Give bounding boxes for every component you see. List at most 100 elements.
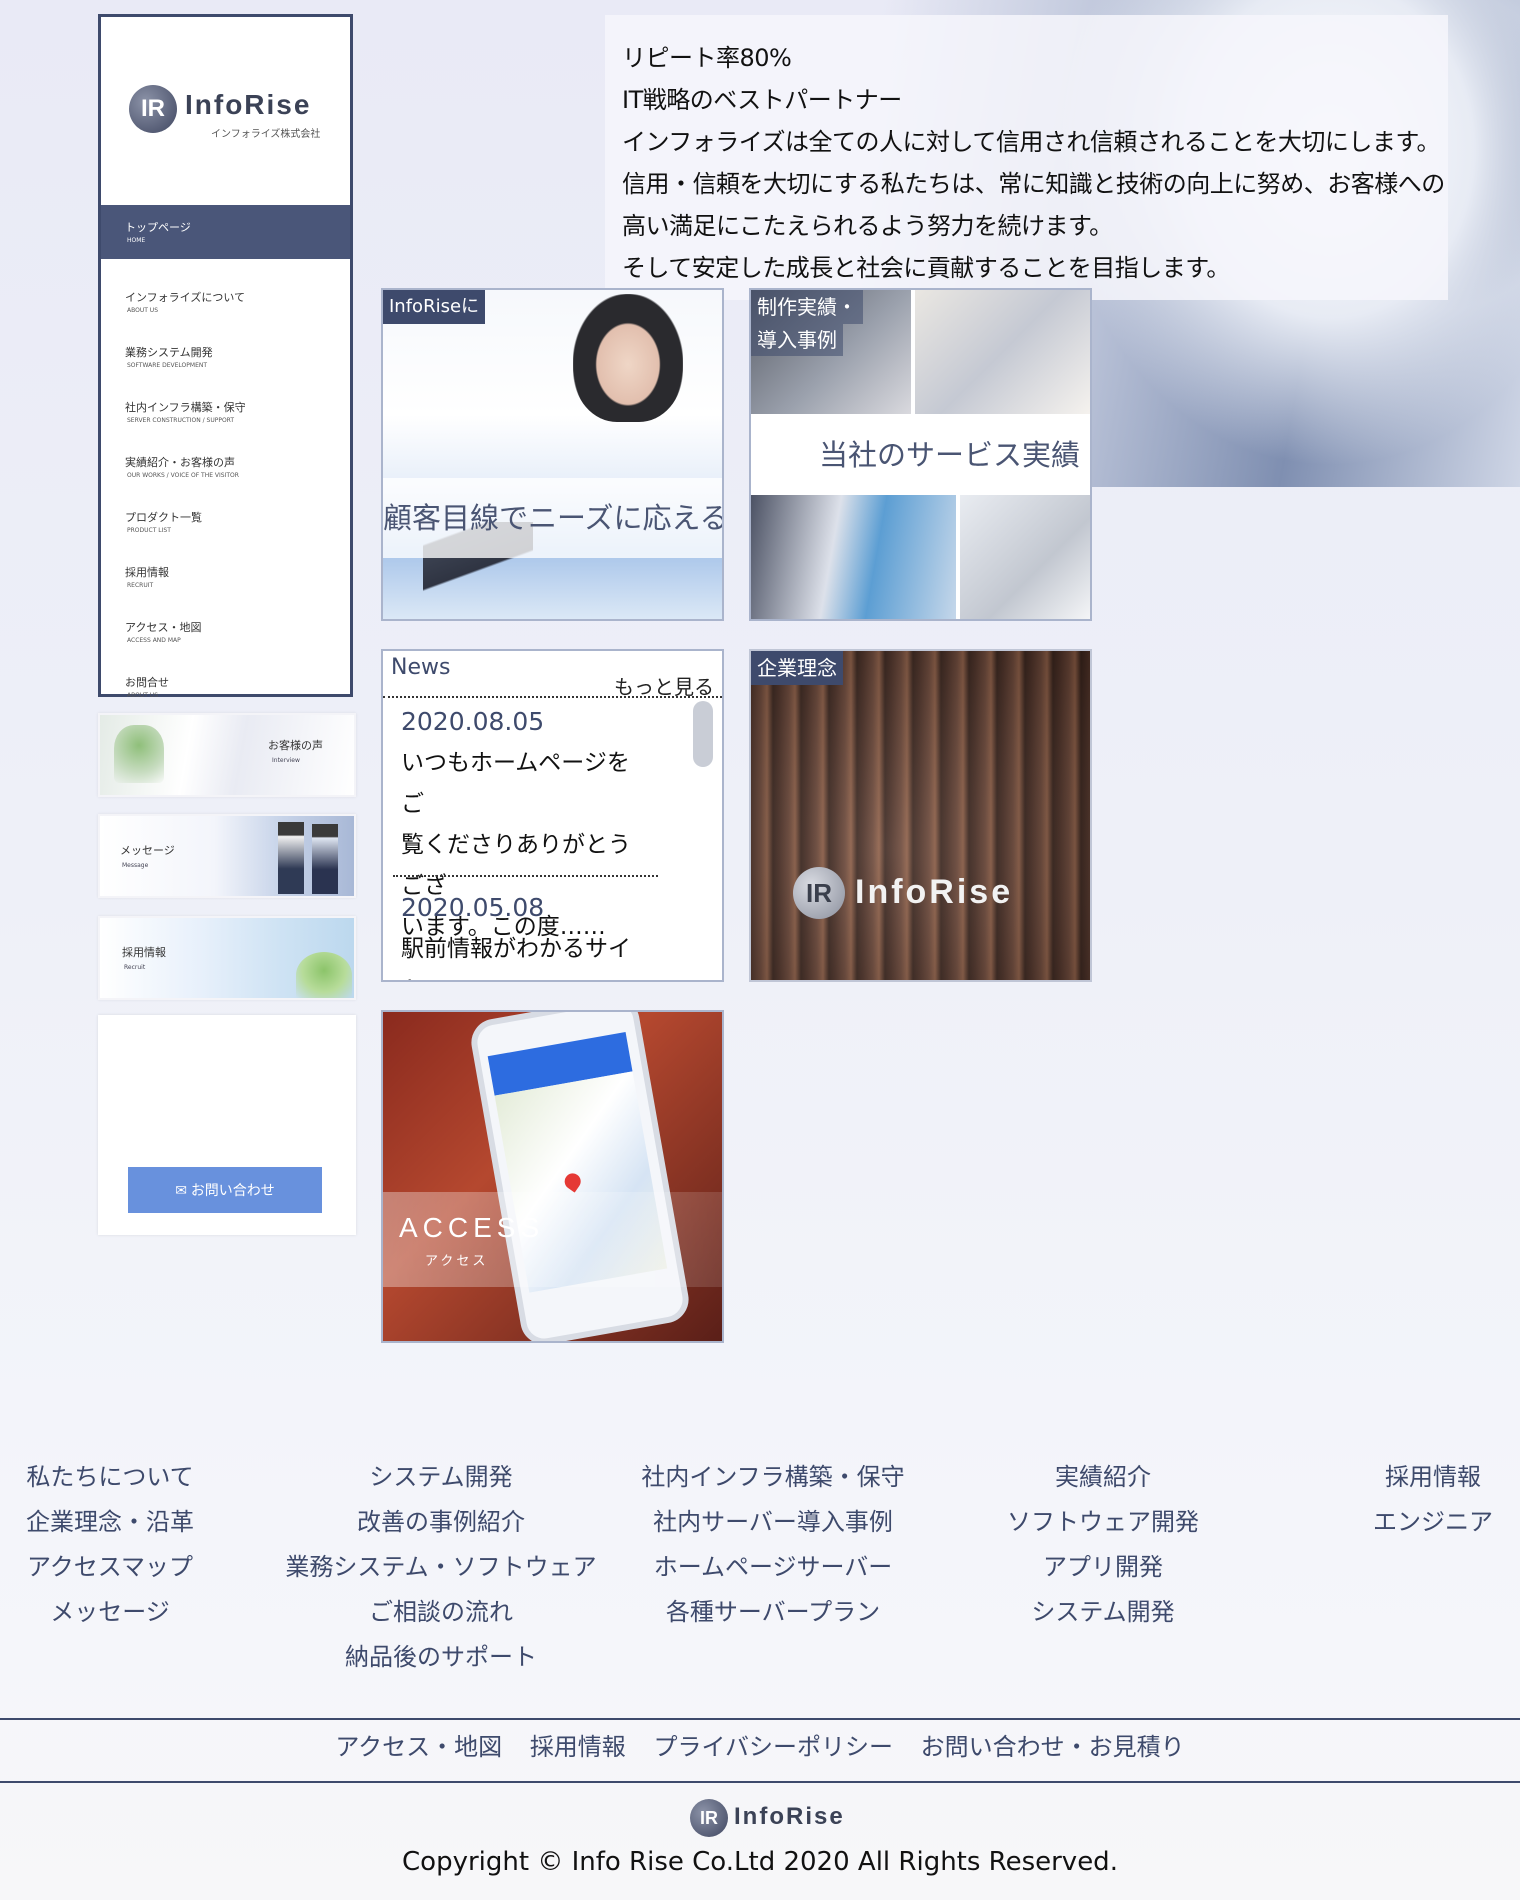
news-scrollbar[interactable]	[693, 701, 713, 767]
footer-link[interactable]: ホームページサーバー	[641, 1545, 904, 1590]
sidebar-item-works[interactable]: 実績紹介・お客様の声 OUR WORKS / VOICE OF THE VISI…	[101, 440, 350, 494]
footer-link[interactable]: 社内サーバー導入事例	[641, 1500, 904, 1545]
sidebar-item-software[interactable]: 業務システム開発 SOFTWARE DEVELOPMENT	[101, 330, 350, 384]
tile-head: 制作実績・	[751, 290, 863, 324]
sidebar-item-label: 業務システム開発	[125, 346, 213, 359]
footer-column-1: 私たちについて 企業理念・沿革 アクセスマップ メッセージ	[26, 1455, 194, 1635]
footer-column-5: 採用情報 エンジニア	[1373, 1455, 1493, 1545]
news-item-2[interactable]: 駅前情報がわかるサイト	[401, 929, 646, 980]
intro-line-5: 高い満足にこたえられるよう努力を続けます。	[622, 212, 1113, 240]
footer-link[interactable]: 各種サーバープラン	[641, 1590, 904, 1635]
banner-label: 採用情報	[122, 946, 166, 959]
tile-works[interactable]: 制作実績・ 導入事例 当社のサービス実績	[749, 288, 1092, 621]
banner-sublabel: Interview	[272, 757, 300, 764]
footer-column-4: 実績紹介 ソフトウェア開発 アプリ開発 システム開発	[1007, 1455, 1199, 1635]
banner-message[interactable]: メッセージ Message	[98, 814, 356, 898]
footer-link[interactable]: 社内インフラ構築・保守	[641, 1455, 904, 1500]
phone-photo	[467, 1012, 693, 1341]
sidebar-item-sublabel: OUR WORKS / VOICE OF THE VISITOR	[127, 472, 239, 479]
footer-logo[interactable]: IR InfoRise	[690, 1797, 850, 1837]
access-subtitle: アクセス	[425, 1254, 489, 1269]
logo-mark-icon: IR	[793, 867, 845, 919]
contact-box: ✉ お問い合わせ	[98, 1015, 356, 1235]
footer-link[interactable]: アプリ開発	[1007, 1545, 1199, 1590]
sidebar-item-sublabel: ABOUT US	[127, 307, 159, 314]
intro-line-6: そして安定した成長と社会に貢献することを目指します。	[622, 254, 1230, 282]
footer-divider	[0, 1718, 1520, 1720]
footer-link[interactable]: 採用情報	[1373, 1455, 1493, 1500]
footer-link[interactable]: ソフトウェア開発	[1007, 1500, 1199, 1545]
footer-link[interactable]: 企業理念・沿革	[26, 1500, 194, 1545]
footer-link-privacy[interactable]: プライバシーポリシー	[653, 1733, 893, 1761]
tile-caption: 顧客目線でニーズに応える	[383, 478, 722, 558]
banner-label: お客様の声	[268, 739, 323, 752]
footer-link[interactable]: エンジニア	[1373, 1500, 1493, 1545]
woman-photo	[573, 294, 683, 422]
logo[interactable]: IR InfoRise インフォライズ株式会社	[101, 17, 350, 205]
tile-head: InfoRiseに	[383, 290, 486, 324]
news-date: 2020.08.05	[401, 707, 545, 736]
sidebar-item-home[interactable]: トップページ HOME	[101, 205, 350, 259]
logo-text: InfoRise	[855, 873, 1014, 911]
sidebar-item-label: アクセス・地図	[125, 621, 202, 634]
banner-sublabel: Recruit	[124, 964, 146, 971]
works-photo	[751, 495, 956, 619]
banner-label: メッセージ	[120, 844, 175, 857]
sidebar-item-sublabel: RECRUIT	[127, 582, 154, 589]
footer-link[interactable]: 実績紹介	[1007, 1455, 1199, 1500]
footer-column-3: 社内インフラ構築・保守 社内サーバー導入事例 ホームページサーバー 各種サーバー…	[641, 1455, 904, 1635]
tile-philosophy[interactable]: 企業理念 IR InfoRise	[749, 649, 1092, 982]
footer-link[interactable]: 業務システム・ソフトウェア	[285, 1545, 596, 1590]
footer-link[interactable]: 私たちについて	[26, 1455, 194, 1500]
intro-line-4: 信用・信頼を大切にする私たちは、常に知識と技術の向上に努め、お客様への	[622, 170, 1445, 198]
sidebar-item-products[interactable]: プロダクト一覧 PRODUCT LIST	[101, 495, 350, 549]
news-panel: News もっと見る 2020.08.05 いつもホームページをご 覧くださりあ…	[381, 649, 724, 982]
footer-link-access[interactable]: アクセス・地図	[335, 1733, 502, 1761]
sidebar-item-sublabel: PRODUCT LIST	[127, 527, 171, 534]
sidebar-item-recruit[interactable]: 採用情報 RECRUIT	[101, 550, 350, 604]
logo-mark-icon: IR	[690, 1799, 728, 1837]
footer-link[interactable]: システム開発	[285, 1455, 596, 1500]
footer-link-contact[interactable]: お問い合わせ・お見積り	[921, 1733, 1185, 1761]
access-title: ACCESS	[399, 1212, 545, 1243]
sidebar-item-label: 実績紹介・お客様の声	[125, 456, 235, 469]
tile-head-line-2: 導入事例	[751, 324, 843, 356]
logo-text: InfoRise	[185, 89, 312, 120]
footer-link[interactable]: 改善の事例紹介	[285, 1500, 596, 1545]
news-line: 駅前情報がわかるサイト	[401, 936, 631, 980]
sidebar: IR InfoRise インフォライズ株式会社 トップページ HOME インフォ…	[98, 14, 353, 699]
works-photo	[960, 495, 1090, 619]
works-photo	[915, 290, 1090, 414]
sidebar-item-access[interactable]: アクセス・地図 ACCESS AND MAP	[101, 605, 350, 659]
sidebar-item-label: インフォライズについて	[125, 291, 246, 304]
divider	[383, 696, 722, 698]
news-line: いつもホームページをご	[401, 750, 630, 817]
tile-about[interactable]: InfoRiseに 顧客目線でニーズに応える	[381, 288, 724, 621]
footer-link[interactable]: メッセージ	[26, 1590, 194, 1635]
sidebar-item-label: プロダクト一覧	[125, 511, 202, 524]
tile-caption: 当社のサービス実績	[751, 416, 1090, 495]
logo-text: InfoRise	[734, 1803, 845, 1830]
footer-divider	[0, 1781, 1520, 1783]
banner-recruit[interactable]: 採用情報 Recruit	[98, 916, 356, 1000]
footer-link[interactable]: 納品後のサポート	[285, 1635, 596, 1680]
contact-button[interactable]: ✉ お問い合わせ	[128, 1167, 322, 1213]
footer-link[interactable]: システム開発	[1007, 1590, 1199, 1635]
sidebar-item-label: トップページ	[125, 221, 191, 234]
sidebar-item-sublabel: HOME	[127, 237, 146, 244]
banner-customer-voice[interactable]: お客様の声 Interview	[98, 713, 356, 797]
footer-link[interactable]: ご相談の流れ	[285, 1590, 596, 1635]
sidebar-item-about[interactable]: インフォライズについて ABOUT US	[101, 275, 350, 329]
mail-icon: ✉	[175, 1182, 191, 1198]
footer-link-recruit[interactable]: 採用情報	[530, 1733, 626, 1761]
sidebar-item-label: お問合せ	[125, 676, 169, 689]
tile-access[interactable]: ACCESS アクセス	[381, 1010, 724, 1343]
sidebar-item-sublabel: ACCESS AND MAP	[127, 637, 181, 644]
sidebar-item-contact[interactable]: お問合せ ABOUT US	[101, 660, 350, 699]
sidebar-item-server[interactable]: 社内インフラ構築・保守 SERVER CONSTRUCTION / SUPPOR…	[101, 385, 350, 439]
sidebar-item-label: 社内インフラ構築・保守	[125, 401, 246, 414]
person-icon	[278, 822, 304, 894]
intro-line-2: IT戦略のベストパートナー	[622, 86, 902, 114]
contact-button-label: お問い合わせ	[190, 1182, 275, 1198]
footer-link[interactable]: アクセスマップ	[26, 1545, 194, 1590]
